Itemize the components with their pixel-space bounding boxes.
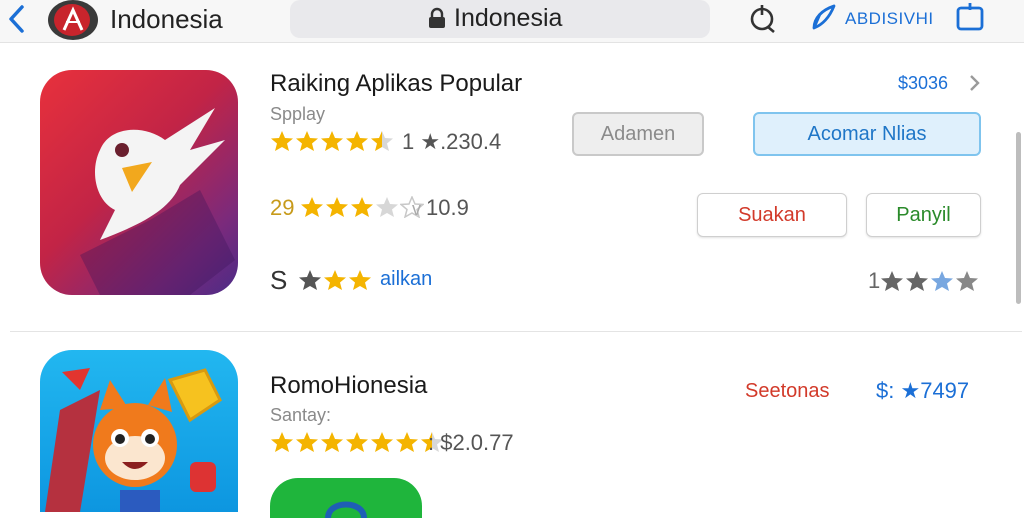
row-link[interactable]: ailkan <box>380 268 432 291</box>
star-icon <box>271 432 293 452</box>
star-icon <box>324 270 346 290</box>
app-icon-bird[interactable] <box>40 70 238 295</box>
star-icon <box>346 131 368 151</box>
rating-value: v 10.9 <box>412 195 469 220</box>
chevron-left-icon[interactable] <box>6 4 28 34</box>
star-rating <box>880 270 979 292</box>
star-icon <box>301 197 323 217</box>
star-icon <box>296 432 318 452</box>
logo-badge <box>48 0 98 40</box>
star-icon <box>371 432 393 452</box>
star-blue-icon <box>931 271 953 291</box>
secondary-button[interactable]: Adamen <box>572 112 704 156</box>
chevron-right-icon[interactable] <box>968 74 980 92</box>
green-action-button[interactable]: Panyil <box>866 193 981 237</box>
price-link[interactable]: $3036 <box>898 73 948 94</box>
star-dark-icon <box>906 271 928 291</box>
primary-button[interactable]: Acomar Nlias <box>753 112 981 156</box>
star-icon <box>296 131 318 151</box>
star-icon <box>349 270 371 290</box>
rating-prefix: 29 <box>270 195 295 220</box>
section-divider <box>10 331 1022 332</box>
app-icon-green[interactable] <box>270 478 422 518</box>
star-half-icon <box>371 131 393 151</box>
app-subtitle: Santay: <box>270 405 332 425</box>
scrollbar[interactable] <box>1016 132 1021 304</box>
star-icon <box>326 197 348 217</box>
star-empty-icon <box>376 197 398 217</box>
app-title[interactable]: RomoHionesia <box>270 372 427 400</box>
share-icon[interactable] <box>808 2 838 32</box>
star-rating <box>300 196 424 218</box>
star-icon <box>321 432 343 452</box>
url-text[interactable]: Indonesia <box>454 4 562 33</box>
red-label[interactable]: Seetonas <box>745 380 830 403</box>
star-dark-icon <box>881 271 903 291</box>
app-subtitle: Spplay <box>270 104 326 124</box>
red-action-button[interactable]: Suakan <box>697 193 847 237</box>
rating-value: 1 ★.230.4 <box>402 129 502 154</box>
toolbar-accent-text[interactable]: ABDISIVHI <box>845 9 934 29</box>
star-icon <box>396 432 418 452</box>
star-dark-icon <box>299 270 321 290</box>
reload-icon[interactable] <box>748 3 776 33</box>
star-rating <box>270 431 444 453</box>
page-title: Indonesia <box>110 4 223 34</box>
app-title[interactable]: Raiking Aplikas Popular <box>270 70 522 98</box>
rating-value: : $2.0.77 <box>428 430 514 455</box>
lock-icon <box>428 7 446 29</box>
price-label[interactable]: $: ★7497 <box>876 378 969 404</box>
star-icon <box>321 131 343 151</box>
row-prefix: S <box>270 265 288 295</box>
star-rating <box>270 130 394 152</box>
star-dark-icon <box>956 271 978 291</box>
star-icon <box>271 131 293 151</box>
tabs-icon[interactable] <box>956 3 984 31</box>
star-icon <box>346 432 368 452</box>
star-rating <box>298 269 372 291</box>
review-count: 1 <box>868 268 881 293</box>
star-icon <box>351 197 373 217</box>
app-icon-fox[interactable] <box>40 350 238 512</box>
